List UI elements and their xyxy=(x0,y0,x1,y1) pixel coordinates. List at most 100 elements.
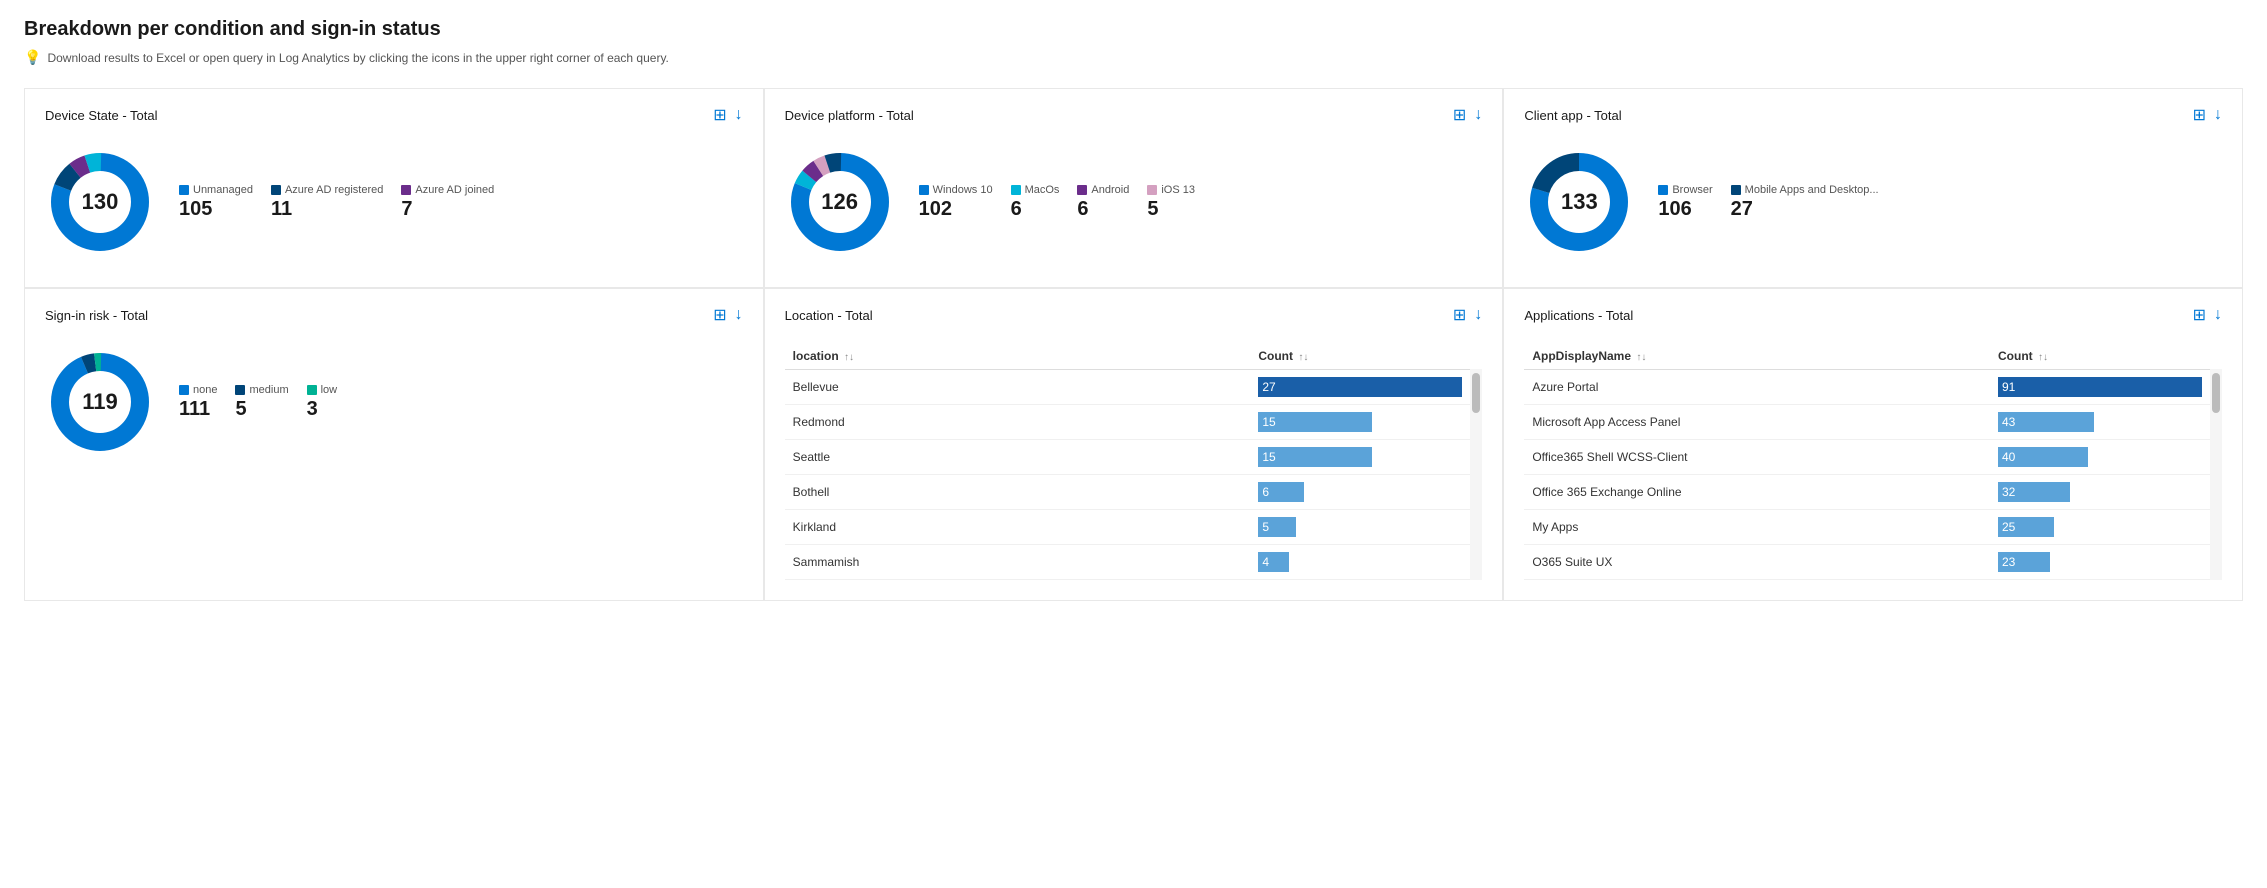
col-appdisplayname[interactable]: AppDisplayName ↑↓ xyxy=(1524,343,1990,370)
widget-client-app: Client app - Total ⊞ ↓ 133 xyxy=(1503,88,2243,288)
applications-scrollbar-track[interactable] xyxy=(2210,369,2222,580)
legend-item-windows10: Windows 10 102 xyxy=(919,184,993,221)
widget-title-applications: Applications - Total xyxy=(1524,308,1633,323)
chart-row-device-state: 130 Unmanaged 105 Azure AD registered xyxy=(45,137,743,267)
download-btn-location[interactable]: ↓ xyxy=(1474,306,1482,324)
location-scrollbar-track[interactable] xyxy=(1470,369,1482,580)
legend-signin-risk: none 111 medium 5 low xyxy=(179,384,337,421)
legend-label-ad-joined: Azure AD joined xyxy=(415,184,494,196)
location-cell-count: 5 xyxy=(1250,510,1470,545)
donut-center-signin-risk: 119 xyxy=(82,389,118,415)
location-cell-count: 15 xyxy=(1250,440,1470,475)
legend-value-low: 3 xyxy=(307,398,318,421)
col-app-count[interactable]: Count ↑↓ xyxy=(1990,343,2210,370)
chart-row-signin-risk: 119 none 111 medium xyxy=(45,337,743,467)
applications-scrollbar-thumb[interactable] xyxy=(2212,373,2220,413)
widget-location: Location - Total ⊞ ↓ location ↑↓ Count ↑… xyxy=(764,288,1504,601)
export-log-btn-applications[interactable]: ⊞ xyxy=(2193,305,2206,325)
legend-dot-macos xyxy=(1011,185,1021,195)
applications-table-row: Microsoft App Access Panel 43 xyxy=(1524,405,2210,440)
location-table-body: Bellevue 27 Redmond 15 Seattle 15 Bothel… xyxy=(785,370,1471,580)
legend-dot-android xyxy=(1077,185,1087,195)
download-btn-client-app[interactable]: ↓ xyxy=(2214,106,2222,124)
legend-dot-windows10 xyxy=(919,185,929,195)
legend-label-ad-registered: Azure AD registered xyxy=(285,184,383,196)
donut-signin-risk: 119 xyxy=(45,347,155,457)
dashboard-grid-top: Device State - Total ⊞ ↓ xyxy=(24,88,2243,288)
legend-label-windows10: Windows 10 xyxy=(933,184,993,196)
location-scrollbar-thumb[interactable] xyxy=(1472,373,1480,413)
location-table-row: Bellevue 27 xyxy=(785,370,1471,405)
location-cell-name: Sammamish xyxy=(785,545,1251,580)
legend-label-android: Android xyxy=(1091,184,1129,196)
download-btn-device-platform[interactable]: ↓ xyxy=(1474,106,1482,124)
location-cell-name: Redmond xyxy=(785,405,1251,440)
legend-item-ios: iOS 13 5 xyxy=(1147,184,1195,221)
applications-table-row: My Apps 25 xyxy=(1524,510,2210,545)
widget-title-client-app: Client app - Total xyxy=(1524,108,1621,123)
widget-header-device-platform: Device platform - Total ⊞ ↓ xyxy=(785,105,1483,125)
legend-dot-unmanaged xyxy=(179,185,189,195)
main-page: Breakdown per condition and sign-in stat… xyxy=(0,0,2267,888)
location-cell-count: 4 xyxy=(1250,545,1470,580)
export-log-btn-device-platform[interactable]: ⊞ xyxy=(1453,105,1466,125)
donut-device-platform: 126 xyxy=(785,147,895,257)
download-btn-applications[interactable]: ↓ xyxy=(2214,306,2222,324)
legend-item-medium: medium 5 xyxy=(235,384,288,421)
widget-actions-client-app: ⊞ ↓ xyxy=(2193,105,2222,125)
legend-label-mobile: Mobile Apps and Desktop... xyxy=(1745,184,1879,196)
download-btn-device-state[interactable]: ↓ xyxy=(735,106,743,124)
legend-value-macos: 6 xyxy=(1011,198,1022,221)
location-cell-name: Bellevue xyxy=(785,370,1251,405)
widget-actions-applications: ⊞ ↓ xyxy=(2193,305,2222,325)
app-cell-name: Office365 Shell WCSS-Client xyxy=(1524,440,1990,475)
app-cell-count: 32 xyxy=(1990,475,2210,510)
col-location[interactable]: location ↑↓ xyxy=(785,343,1251,370)
legend-item-low: low 3 xyxy=(307,384,338,421)
legend-label-macos: MacOs xyxy=(1025,184,1060,196)
download-btn-signin-risk[interactable]: ↓ xyxy=(735,306,743,324)
widget-actions-signin-risk: ⊞ ↓ xyxy=(713,305,742,325)
location-cell-count: 6 xyxy=(1250,475,1470,510)
legend-client-app: Browser 106 Mobile Apps and Desktop... 2… xyxy=(1658,184,1878,221)
info-icon: 💡 xyxy=(24,49,41,66)
app-cell-count: 43 xyxy=(1990,405,2210,440)
legend-label-unmanaged: Unmanaged xyxy=(193,184,253,196)
widget-header-signin-risk: Sign-in risk - Total ⊞ ↓ xyxy=(45,305,743,325)
export-log-btn-signin-risk[interactable]: ⊞ xyxy=(713,305,726,325)
app-cell-count: 25 xyxy=(1990,510,2210,545)
widget-header-client-app: Client app - Total ⊞ ↓ xyxy=(1524,105,2222,125)
applications-table: AppDisplayName ↑↓ Count ↑↓ Azure Portal … xyxy=(1524,343,2210,580)
app-cell-name: My Apps xyxy=(1524,510,1990,545)
legend-device-state: Unmanaged 105 Azure AD registered 11 xyxy=(179,184,494,221)
export-log-btn-device-state[interactable]: ⊞ xyxy=(713,105,726,125)
location-table-row: Redmond 15 xyxy=(785,405,1471,440)
location-table-container: location ↑↓ Count ↑↓ Bellevue 27 Redmond… xyxy=(785,337,1483,580)
location-cell-name: Kirkland xyxy=(785,510,1251,545)
info-bar: 💡 Download results to Excel or open quer… xyxy=(24,49,2243,66)
app-cell-count: 23 xyxy=(1990,545,2210,580)
chart-row-client-app: 133 Browser 106 Mobile Apps and Desktop. xyxy=(1524,137,2222,267)
export-log-btn-client-app[interactable]: ⊞ xyxy=(2193,105,2206,125)
col-count[interactable]: Count ↑↓ xyxy=(1250,343,1470,370)
legend-item-none: none 111 xyxy=(179,384,217,421)
export-log-btn-location[interactable]: ⊞ xyxy=(1453,305,1466,325)
location-table-row: Seattle 15 xyxy=(785,440,1471,475)
legend-dot-ios xyxy=(1147,185,1157,195)
legend-label-browser: Browser xyxy=(1672,184,1712,196)
legend-dot-ad-joined xyxy=(401,185,411,195)
dashboard-grid-bottom: Sign-in risk - Total ⊞ ↓ xyxy=(24,288,2243,601)
location-table-row: Bothell 6 xyxy=(785,475,1471,510)
app-cell-count: 91 xyxy=(1990,370,2210,405)
legend-item-browser: Browser 106 xyxy=(1658,184,1712,221)
widget-actions-device-state: ⊞ ↓ xyxy=(713,105,742,125)
app-cell-name: O365 Suite UX xyxy=(1524,545,1990,580)
page-title: Breakdown per condition and sign-in stat… xyxy=(24,18,2243,41)
widget-header-device-state: Device State - Total ⊞ ↓ xyxy=(45,105,743,125)
legend-device-platform: Windows 10 102 MacOs 6 xyxy=(919,184,1195,221)
legend-value-unmanaged: 105 xyxy=(179,198,212,221)
applications-table-row: Azure Portal 91 xyxy=(1524,370,2210,405)
legend-label-ios: iOS 13 xyxy=(1161,184,1195,196)
applications-table-row: O365 Suite UX 23 xyxy=(1524,545,2210,580)
applications-table-row: Office 365 Exchange Online 32 xyxy=(1524,475,2210,510)
